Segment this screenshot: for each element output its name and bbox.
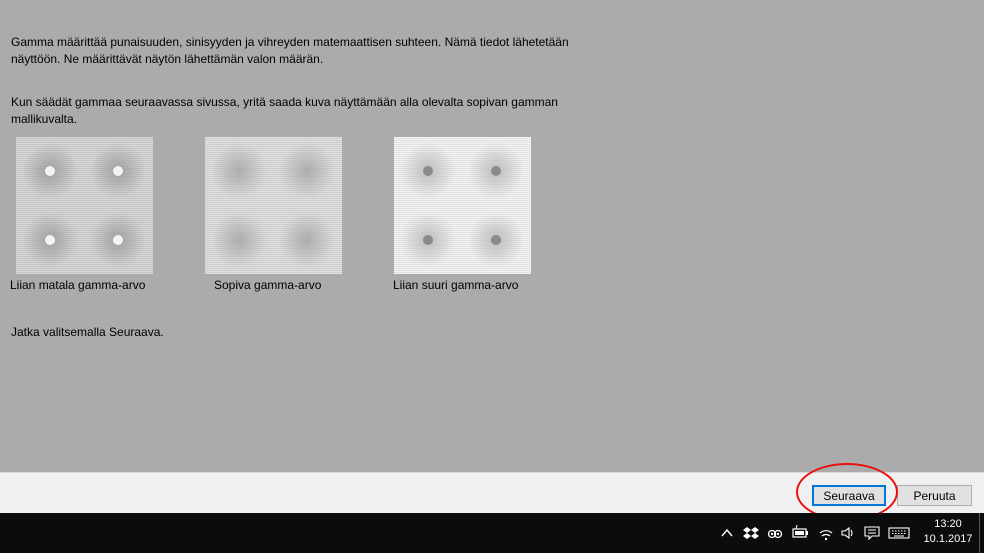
chevron-up-icon[interactable]: [719, 525, 735, 541]
dropbox-icon[interactable]: [743, 525, 759, 541]
clock[interactable]: 13:20 10.1.2017: [916, 517, 980, 547]
intro-paragraph-2: Kun säädät gammaa seuraavassa sivussa, y…: [11, 95, 558, 126]
sample-image-low-gamma: [16, 137, 153, 274]
clock-date: 10.1.2017: [923, 533, 973, 545]
sample-image-correct-gamma: [205, 137, 342, 274]
intro-paragraph-1: Gamma määrittää punaisuuden, sinisyyden …: [11, 35, 569, 66]
sample-caption-low: Liian matala gamma-arvo: [10, 278, 146, 292]
next-button[interactable]: Seuraava: [812, 485, 886, 506]
show-desktop-button[interactable]: [979, 513, 980, 553]
volume-icon[interactable]: [840, 525, 856, 541]
instruction-text: Jatka valitsemalla Seuraava.: [11, 325, 164, 339]
sample-image-correct-gamma-svg: [205, 137, 342, 274]
cancel-button[interactable]: Peruuta: [897, 485, 972, 506]
sample-image-low-gamma-svg: [16, 137, 153, 274]
action-center-icon[interactable]: [864, 525, 880, 541]
battery-charging-icon[interactable]: [792, 524, 808, 541]
sample-caption-high: Liian suuri gamma-arvo: [393, 278, 519, 292]
wifi-icon[interactable]: [818, 525, 834, 541]
taskbar: 13:20 10.1.2017: [0, 513, 984, 553]
sample-caption-correct: Sopiva gamma-arvo: [214, 278, 322, 292]
keyboard-icon[interactable]: [888, 525, 910, 541]
calibration-page: Gamma määrittää punaisuuden, sinisyyden …: [0, 0, 984, 472]
clock-time: 13:20: [934, 518, 962, 530]
tripadvisor-icon[interactable]: [767, 525, 783, 541]
wizard-footer: Seuraava Peruuta: [0, 472, 984, 513]
sample-image-high-gamma: [394, 137, 531, 274]
sample-image-high-gamma-svg: [394, 137, 531, 274]
